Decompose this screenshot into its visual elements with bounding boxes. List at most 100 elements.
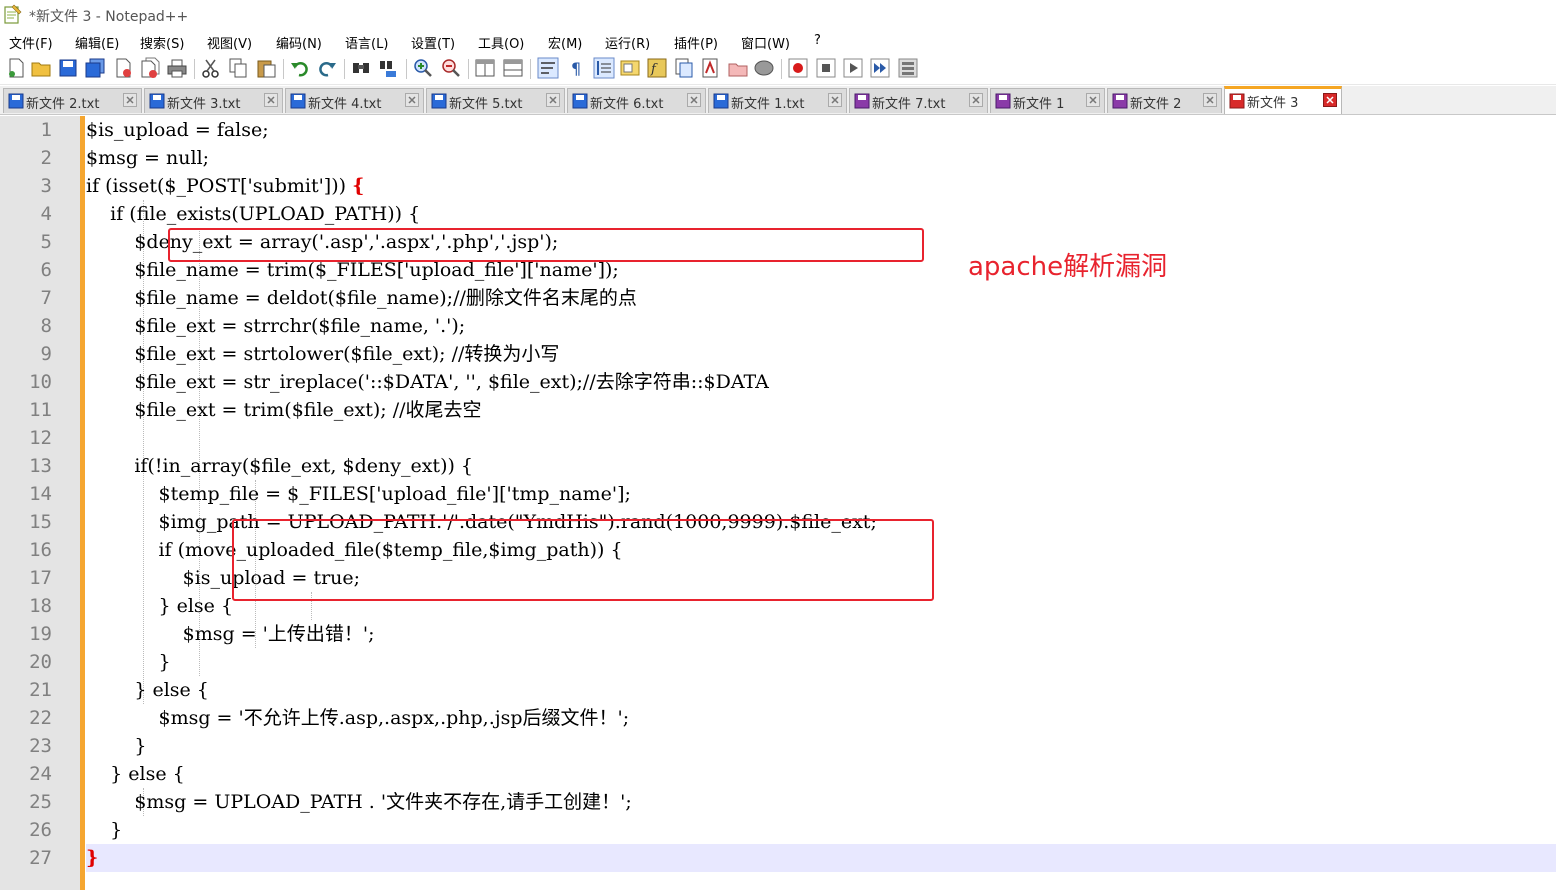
code-line[interactable]: $msg = '上传出错！'; [86, 620, 375, 648]
code-line[interactable]: } else { [86, 760, 185, 788]
code-line[interactable]: if (file_exists(UPLOAD_PATH)) { [86, 200, 420, 228]
menu-macro[interactable]: 宏(M) [548, 33, 582, 52]
menu-plugins[interactable]: 插件(P) [674, 33, 718, 52]
line-number: 20 [29, 651, 52, 673]
menu-file[interactable]: 文件(F) [9, 33, 53, 52]
undo-icon[interactable] [289, 57, 311, 79]
save-icon [854, 93, 870, 109]
code-line[interactable]: } else { [86, 676, 209, 704]
menu-settings[interactable]: 设置(T) [411, 33, 455, 52]
tab-close-icon[interactable] [969, 93, 983, 107]
cut-icon[interactable] [200, 57, 222, 79]
menu-run[interactable]: 运行(R) [605, 33, 650, 52]
close-all-icon[interactable] [139, 57, 161, 79]
find-icon[interactable] [350, 57, 372, 79]
code-line[interactable]: $msg = '不允许上传.asp,.aspx,.php,.jsp后缀文件！'; [86, 704, 629, 732]
indent-guide-icon[interactable] [593, 57, 615, 79]
menu-search[interactable]: 搜索(S) [140, 33, 184, 52]
folder-workspace-icon[interactable] [673, 57, 695, 79]
tab-close-icon[interactable] [264, 93, 278, 107]
tab-label: 新文件 1 [1013, 97, 1065, 112]
run-macro-multiple-icon[interactable] [869, 57, 891, 79]
save-icon[interactable] [57, 57, 79, 79]
line-number: 6 [40, 259, 52, 281]
code-line[interactable]: $temp_file = $_FILES['upload_file']['tmp… [86, 480, 630, 508]
tab-new-file-4-txt[interactable]: 新文件 4.txt [285, 88, 424, 113]
redo-icon[interactable] [316, 57, 338, 79]
tab-close-icon[interactable] [405, 93, 419, 107]
code-line[interactable]: $file_ext = trim($file_ext); //收尾去空 [86, 396, 481, 424]
tab-new-file-3[interactable]: 新文件 3 [1224, 86, 1342, 114]
record-macro-icon[interactable] [787, 57, 809, 79]
line-number: 19 [29, 623, 52, 645]
save-macro-icon[interactable] [897, 57, 919, 79]
paste-icon[interactable] [255, 57, 277, 79]
tab-new-file-1[interactable]: 新文件 1 [990, 88, 1105, 113]
new-file-icon[interactable] [5, 57, 27, 79]
close-icon[interactable] [112, 57, 134, 79]
zoom-out-icon[interactable] [440, 57, 462, 79]
folder-icon[interactable] [727, 57, 749, 79]
zoom-in-icon[interactable] [412, 57, 434, 79]
tab-new-file-3-txt[interactable]: 新文件 3.txt [144, 88, 283, 113]
tab-close-icon[interactable] [1323, 93, 1337, 107]
monitoring-icon[interactable] [700, 57, 722, 79]
code-line[interactable]: } [86, 732, 146, 760]
code-line[interactable]: } else { [86, 592, 233, 620]
code-line[interactable]: $msg = null; [86, 144, 209, 172]
save-icon [431, 93, 447, 109]
tab-close-icon[interactable] [1086, 93, 1100, 107]
tab-new-file-2[interactable]: 新文件 2 [1107, 88, 1222, 113]
tab-close-icon[interactable] [1203, 93, 1217, 107]
sync-vertical-icon[interactable] [474, 57, 496, 79]
play-macro-icon[interactable] [842, 57, 864, 79]
code-line[interactable]: $file_name = deldot($file_name);//删除文件名末… [86, 284, 637, 312]
tab-close-icon[interactable] [828, 93, 842, 107]
tab-new-file-1-txt[interactable]: 新文件 1.txt [708, 88, 847, 113]
function-list-icon[interactable]: f [646, 57, 668, 79]
tab-label: 新文件 1.txt [731, 97, 805, 112]
menu-encoding[interactable]: 编码(N) [276, 33, 322, 52]
menu-tools[interactable]: 工具(O) [478, 33, 524, 52]
show-all-chars-icon[interactable]: ¶ [565, 57, 587, 79]
word-wrap-icon[interactable] [537, 57, 559, 79]
line-number: 17 [29, 567, 52, 589]
open-file-icon[interactable] [30, 57, 52, 79]
save-all-icon[interactable] [84, 57, 106, 79]
sync-horizontal-icon[interactable] [502, 57, 524, 79]
menu-window[interactable]: 窗口(W) [741, 33, 790, 52]
code-line[interactable]: $file_ext = strrchr($file_name, '.'); [86, 312, 465, 340]
tab-new-file-5-txt[interactable]: 新文件 5.txt [426, 88, 565, 113]
tab-label: 新文件 7.txt [872, 97, 946, 112]
code-line-current[interactable]: } [86, 844, 1556, 872]
code-line[interactable]: } [86, 648, 170, 676]
code-line[interactable]: if (isset($_POST['submit'])) { [86, 172, 364, 200]
code-line[interactable]: $file_ext = strtolower($file_ext); //转换为… [86, 340, 559, 368]
code-line[interactable]: $file_ext = str_ireplace('::$DATA', '', … [86, 368, 769, 396]
line-number: 18 [29, 595, 52, 617]
copy-icon[interactable] [227, 57, 249, 79]
tab-new-file-7-txt[interactable]: 新文件 7.txt [849, 88, 988, 113]
menu-help[interactable]: ? [814, 33, 821, 48]
code-editor[interactable]: 1 2 3 4 5 6 7 8 9 10 11 12 13 14 15 16 1… [0, 116, 1556, 890]
menu-view[interactable]: 视图(V) [207, 33, 252, 52]
code-line[interactable]: if(!in_array($file_ext, $deny_ext)) { [86, 452, 473, 480]
menu-edit[interactable]: 编辑(E) [75, 33, 119, 52]
tab-close-icon[interactable] [123, 93, 137, 107]
line-number: 3 [40, 175, 52, 197]
ellipse-icon[interactable] [753, 57, 775, 79]
print-icon[interactable] [166, 57, 188, 79]
doc-map-icon[interactable] [619, 57, 641, 79]
code-line[interactable]: $msg = UPLOAD_PATH . '文件夹不存在,请手工创建！'; [86, 788, 631, 816]
tab-close-icon[interactable] [687, 93, 701, 107]
menu-language[interactable]: 语言(L) [345, 33, 388, 52]
replace-icon[interactable] [378, 57, 400, 79]
stop-macro-icon[interactable] [815, 57, 837, 79]
code-line[interactable]: } [86, 816, 122, 844]
code-line[interactable]: $is_upload = false; [86, 116, 269, 144]
tab-new-file-2-txt[interactable]: 新文件 2.txt [3, 88, 142, 113]
tab-close-icon[interactable] [546, 93, 560, 107]
tab-label: 新文件 4.txt [308, 97, 382, 112]
tab-new-file-6-txt[interactable]: 新文件 6.txt [567, 88, 706, 113]
toolbar-separator [283, 59, 284, 79]
